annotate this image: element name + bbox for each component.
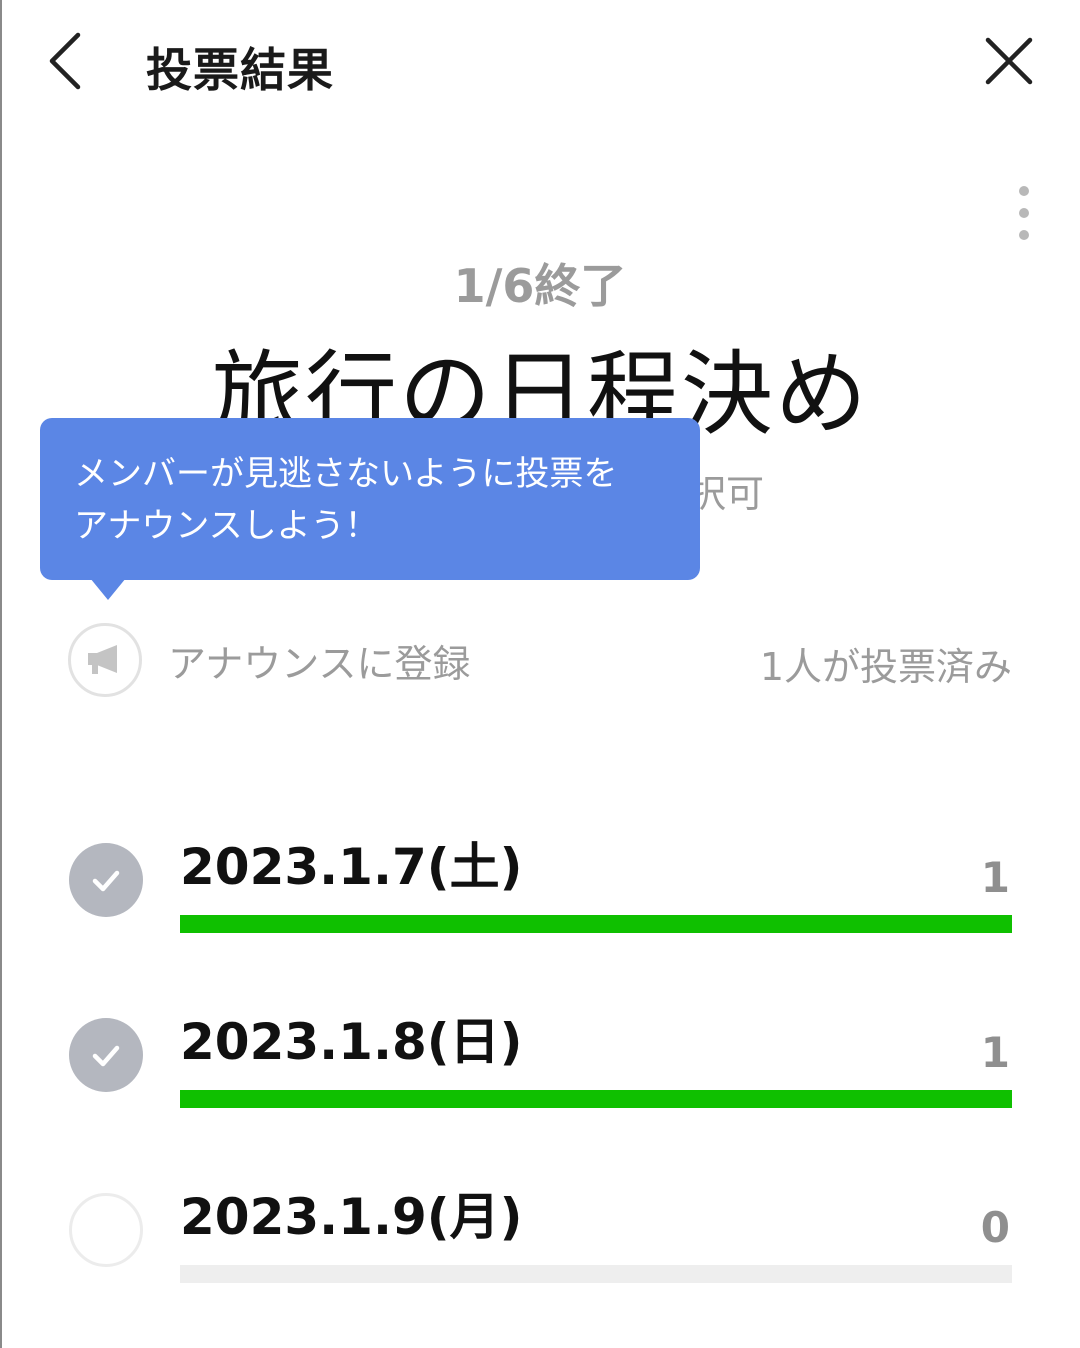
option-label: 2023.1.9(月) xyxy=(180,1188,523,1246)
tooltip-line-2: アナウンスしよう！ xyxy=(74,506,379,546)
header: 投票結果 xyxy=(0,0,1080,130)
option-label: 2023.1.7(土) xyxy=(180,838,523,896)
chevron-left-icon xyxy=(49,32,81,90)
announce-register-button[interactable]: アナウンスに登録 xyxy=(68,622,470,698)
option-check-icon[interactable] xyxy=(69,843,143,917)
window-edge xyxy=(0,0,2,1348)
announce-label: アナウンスに登録 xyxy=(168,641,471,686)
poll-option[interactable]: 2023.1.7(土) 1 xyxy=(0,815,1080,945)
close-icon xyxy=(985,37,1033,85)
back-button[interactable] xyxy=(36,26,96,96)
option-empty-check-icon[interactable] xyxy=(69,1193,143,1267)
megaphone-icon xyxy=(68,623,142,697)
poll-deadline: 1/6終了 xyxy=(453,259,627,313)
poll-option[interactable]: 2023.1.9(月) 0 xyxy=(0,1165,1080,1295)
page-title: 投票結果 xyxy=(146,43,334,97)
option-bar-track xyxy=(180,1265,1012,1283)
option-vote-count: 1 xyxy=(980,853,1010,902)
close-button[interactable] xyxy=(976,26,1042,96)
option-bar-fill xyxy=(180,1090,1012,1108)
poll-option[interactable]: 2023.1.8(日) 1 xyxy=(0,990,1080,1120)
more-vertical-icon xyxy=(1019,186,1029,196)
option-bar-track xyxy=(180,1090,1012,1108)
announce-tooltip[interactable]: メンバーが見逃さないように投票を アナウンスしよう！ xyxy=(40,418,700,580)
option-bar-fill xyxy=(180,915,1012,933)
option-check-icon[interactable] xyxy=(69,1018,143,1092)
option-bar-track xyxy=(180,915,1012,933)
tooltip-line-1: メンバーが見逃さないように投票を xyxy=(74,454,618,494)
more-options-button[interactable] xyxy=(1004,180,1044,246)
option-vote-count: 0 xyxy=(980,1203,1010,1252)
option-label: 2023.1.8(日) xyxy=(180,1013,523,1071)
option-vote-count: 1 xyxy=(980,1028,1010,1077)
tooltip-arrow xyxy=(90,578,126,600)
voted-summary: 1人が投票済み xyxy=(759,645,1012,689)
